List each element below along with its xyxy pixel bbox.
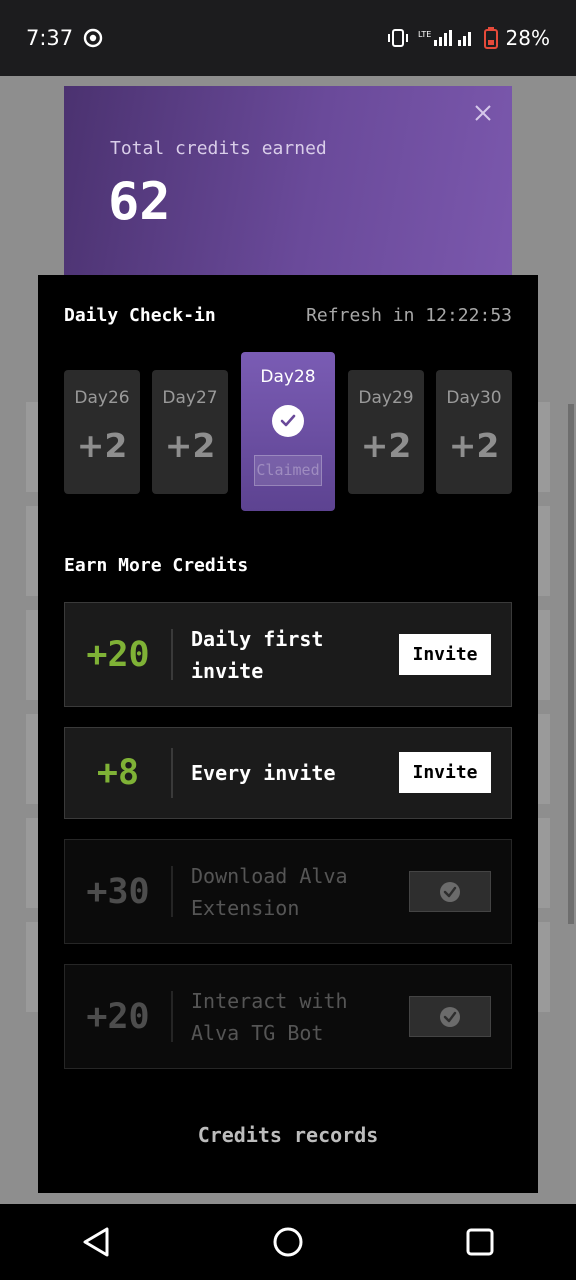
day-label: Day30 xyxy=(446,388,502,408)
day-card-28[interactable]: Day28 Claimed xyxy=(241,352,335,511)
chrome-icon xyxy=(83,28,103,48)
status-left: 7:37 xyxy=(26,26,103,50)
status-time: 7:37 xyxy=(26,26,74,50)
task-description: Every invite xyxy=(191,761,336,785)
credits-records-link[interactable]: Credits records xyxy=(38,1123,538,1147)
day-reward: +2 xyxy=(448,426,500,465)
day-label: Day28 xyxy=(260,367,316,387)
day-card-27[interactable]: Day27 +2 xyxy=(152,370,228,494)
check-circle-icon xyxy=(440,1006,460,1027)
day-card-29[interactable]: Day29 +2 xyxy=(348,370,424,494)
day-reward: +2 xyxy=(360,426,412,465)
invite-button[interactable]: Invite xyxy=(399,752,491,793)
refresh-timer: Refresh in 12:22:53 xyxy=(306,305,512,326)
battery-icon xyxy=(483,27,498,49)
task-download-extension: +30 Download Alva Extension xyxy=(64,839,512,944)
claimed-badge: Claimed xyxy=(254,455,322,486)
background-card xyxy=(538,402,550,492)
completed-button xyxy=(409,871,491,912)
background-card xyxy=(538,610,550,700)
navigation-bar xyxy=(0,1204,576,1280)
background-card xyxy=(538,714,550,804)
day-label: Day27 xyxy=(162,388,218,408)
task-interact-tg-bot: +20 Interact with Alva TG Bot xyxy=(64,964,512,1069)
task-every-invite: +8 Every invite Invite xyxy=(64,727,512,819)
day-card-26[interactable]: Day26 +2 xyxy=(64,370,140,494)
task-amount: +20 xyxy=(86,996,150,1037)
credits-panel: Daily Check-in Refresh in 12:22:53 Day26… xyxy=(38,275,538,1193)
task-amount: +8 xyxy=(96,753,140,793)
total-credits-value: 62 xyxy=(108,172,171,232)
day-label: Day29 xyxy=(358,388,414,408)
total-credits-label: Total credits earned xyxy=(110,138,327,159)
earn-more-title: Earn More Credits xyxy=(64,555,249,576)
day-card-30[interactable]: Day30 +2 xyxy=(436,370,512,494)
task-daily-first-invite: +20 Daily first invite Invite xyxy=(64,602,512,707)
completed-button xyxy=(409,996,491,1037)
day-reward: +2 xyxy=(164,426,216,465)
task-description: Interact with Alva TG Bot xyxy=(191,988,348,1045)
task-divider xyxy=(171,991,173,1042)
background-card xyxy=(538,922,550,1012)
task-amount: +30 xyxy=(86,871,150,912)
signal-icon: LTE xyxy=(418,28,476,48)
total-credits-card: Total credits earned 62 xyxy=(64,86,512,286)
day-label: Day26 xyxy=(74,388,130,408)
task-description: Daily first invite xyxy=(191,626,324,683)
status-bar: 7:37 LTE 28% xyxy=(0,0,576,76)
close-icon xyxy=(475,105,491,121)
battery-level: 28% xyxy=(505,26,550,50)
back-icon xyxy=(83,1227,109,1257)
task-divider xyxy=(171,629,173,680)
status-right: LTE 28% xyxy=(386,26,550,50)
task-divider xyxy=(171,866,173,917)
background-scrollbar xyxy=(568,404,574,924)
home-button[interactable] xyxy=(258,1212,318,1272)
invite-button[interactable]: Invite xyxy=(399,634,491,675)
background-card xyxy=(538,818,550,908)
task-divider xyxy=(171,748,173,798)
recents-icon xyxy=(466,1228,494,1256)
recents-button[interactable] xyxy=(450,1212,510,1272)
close-button[interactable] xyxy=(472,102,494,124)
svg-text:LTE: LTE xyxy=(418,30,431,39)
task-amount: +20 xyxy=(86,634,150,675)
back-button[interactable] xyxy=(66,1212,126,1272)
check-circle-icon xyxy=(440,881,460,902)
daily-checkin-title: Daily Check-in xyxy=(64,305,216,326)
home-icon xyxy=(273,1227,303,1257)
background-card xyxy=(538,506,550,596)
vibrate-icon xyxy=(386,28,410,48)
check-icon xyxy=(272,405,304,437)
day-reward: +2 xyxy=(76,426,128,465)
task-description: Download Alva Extension xyxy=(191,863,348,920)
